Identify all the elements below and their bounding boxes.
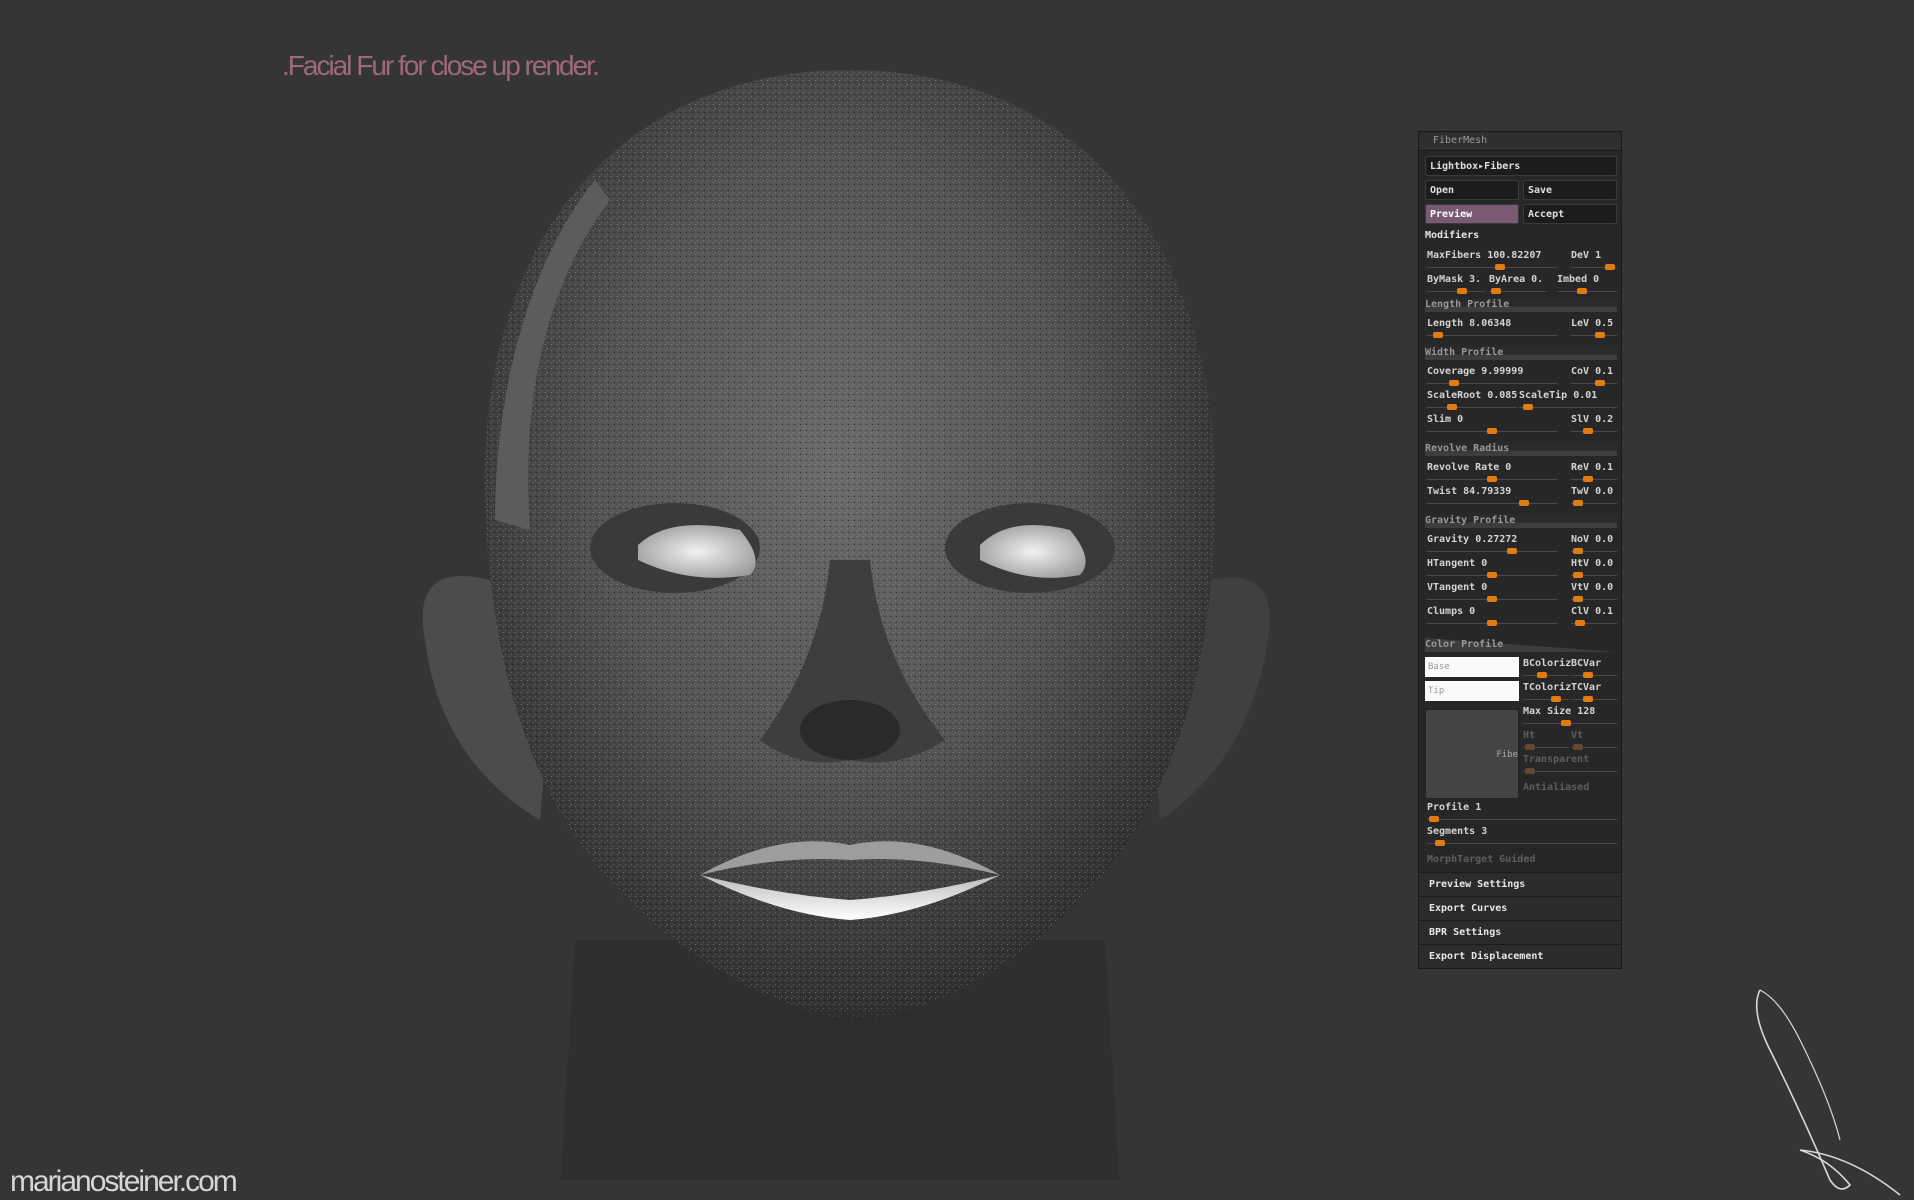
dev-slider[interactable]: DeV 1 xyxy=(1571,250,1617,272)
length-profile-header[interactable]: Length Profile xyxy=(1425,298,1617,312)
accept-button[interactable]: Accept xyxy=(1523,204,1617,224)
export-curves-menu[interactable]: Export Curves xyxy=(1419,896,1621,920)
width-profile-header[interactable]: Width Profile xyxy=(1425,346,1617,360)
slv-slider[interactable]: SlV 0.2 xyxy=(1571,414,1617,436)
base-color-swatch[interactable]: Base xyxy=(1425,657,1519,677)
revolve-radius-header[interactable]: Revolve Radius xyxy=(1425,442,1617,456)
tcvar-slider[interactable]: TCVar xyxy=(1571,682,1617,704)
fiber-preview-label: Fibe xyxy=(1496,750,1518,760)
preview-button[interactable]: Preview xyxy=(1425,204,1519,224)
twist-slider[interactable]: Twist 84.79339 xyxy=(1427,486,1557,508)
htv-slider[interactable]: HtV 0.0 xyxy=(1571,558,1617,580)
gravity-slider[interactable]: Gravity 0.27272 xyxy=(1427,534,1557,556)
bpr-settings-menu[interactable]: BPR Settings xyxy=(1419,920,1621,944)
scaletip-slider[interactable]: ScaleTip 0.01 xyxy=(1519,390,1617,412)
lightbox-fibers-button[interactable]: Lightbox▸Fibers xyxy=(1425,156,1617,176)
color-profile-header[interactable]: Color Profile xyxy=(1425,638,1617,652)
antialiased-toggle[interactable]: Antialiased xyxy=(1523,782,1589,793)
imbed-slider[interactable]: Imbed 0 xyxy=(1557,274,1617,296)
maxsize-slider[interactable]: Max Size 128 xyxy=(1523,706,1617,728)
ht-slider[interactable]: Ht xyxy=(1523,730,1569,752)
bcolorize-slider[interactable]: BColoriz xyxy=(1523,658,1571,680)
vtv-slider[interactable]: VtV 0.0 xyxy=(1571,582,1617,604)
twv-slider[interactable]: TwV 0.0 xyxy=(1571,486,1617,508)
transparent-slider[interactable]: Transparent xyxy=(1523,754,1617,776)
vtangent-slider[interactable]: VTangent 0 xyxy=(1427,582,1557,604)
preview-settings-menu[interactable]: Preview Settings xyxy=(1419,872,1621,896)
bcvar-slider[interactable]: BCVar xyxy=(1571,658,1617,680)
gravity-profile-header[interactable]: Gravity Profile xyxy=(1425,514,1617,528)
head-render xyxy=(422,70,1270,1180)
open-button[interactable]: Open xyxy=(1425,180,1519,200)
tip-color-swatch[interactable]: Tip xyxy=(1425,681,1519,701)
htangent-slider[interactable]: HTangent 0 xyxy=(1427,558,1557,580)
rev-slider[interactable]: ReV 0.1 xyxy=(1571,462,1617,484)
panel-title[interactable]: FiberMesh xyxy=(1419,132,1621,151)
scaleroot-slider[interactable]: ScaleRoot 0.085 xyxy=(1427,390,1517,412)
segments-slider[interactable]: Segments 3 xyxy=(1427,826,1617,848)
clumps-slider[interactable]: Clumps 0 xyxy=(1427,606,1557,628)
revolve-rate-slider[interactable]: Revolve Rate 0 xyxy=(1427,462,1557,484)
export-displacement-menu[interactable]: Export Displacement xyxy=(1419,944,1621,968)
watermark: marianosteiner.com xyxy=(10,1165,238,1198)
length-slider[interactable]: Length 8.06348 xyxy=(1427,318,1557,340)
clv-slider[interactable]: ClV 0.1 xyxy=(1571,606,1617,628)
fiber-preview-box: Fibe xyxy=(1425,709,1519,799)
slim-slider[interactable]: Slim 0 xyxy=(1427,414,1557,436)
cov-slider[interactable]: CoV 0.1 xyxy=(1571,366,1617,388)
lev-slider[interactable]: LeV 0.5 xyxy=(1571,318,1617,340)
save-button[interactable]: Save xyxy=(1523,180,1617,200)
coverage-slider[interactable]: Coverage 9.99999 xyxy=(1427,366,1557,388)
byarea-slider[interactable]: ByArea 0. xyxy=(1489,274,1547,296)
tcolorize-slider[interactable]: TColoriz xyxy=(1523,682,1571,704)
signature xyxy=(1755,989,1901,1196)
profile-slider[interactable]: Profile 1 xyxy=(1427,802,1617,824)
maxfibers-slider[interactable]: MaxFibers 100.82207 xyxy=(1427,250,1557,272)
nov-slider[interactable]: NoV 0.0 xyxy=(1571,534,1617,556)
bymask-slider[interactable]: ByMask 3. xyxy=(1427,274,1485,296)
vt-slider[interactable]: Vt xyxy=(1571,730,1617,752)
morphtarget-guided-toggle[interactable]: MorphTarget Guided xyxy=(1427,854,1535,865)
modifiers-header[interactable]: Modifiers xyxy=(1425,230,1617,241)
fibermesh-panel: FiberMesh Lightbox▸Fibers Open Save Prev… xyxy=(1418,131,1622,969)
